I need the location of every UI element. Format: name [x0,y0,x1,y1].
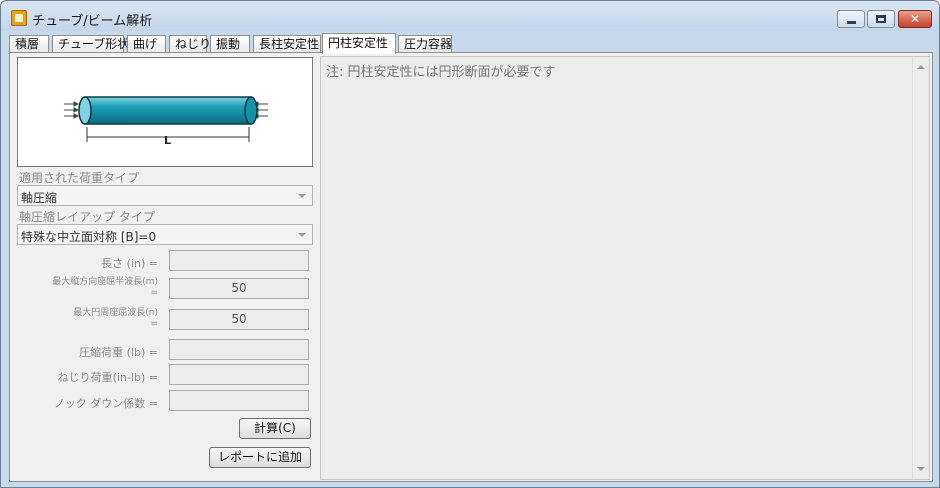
max-long-half-waves-label-line1: 最大縦方向座屈半波長(m) [52,277,158,287]
max-long-half-waves-label-line2: = [150,288,158,298]
scroll-down-icon[interactable] [917,467,925,471]
app-icon [11,10,27,26]
max-circ-waves-label-line1: 最大円周座屈波長(n) [73,308,158,318]
add-to-report-button[interactable]: レポートに追加 [209,447,311,468]
layup-type-select[interactable]: 特殊な中立面対称 [B]=0 [17,224,313,245]
window-title: チューブ/ビーム解析 [32,14,153,29]
load-arrows-left-icon [64,101,80,119]
note-text-area[interactable]: 注: 円柱安定性には円形断面が必要です [320,56,930,480]
scroll-up-icon[interactable] [917,65,925,69]
tab-bending[interactable]: 曲げ [127,35,166,53]
tab-tube-shape[interactable]: チューブ形状 [52,35,129,53]
tab-laminate[interactable]: 積層 [9,35,49,53]
cylinder-stability-panel: L 適用された荷重タイプ 軸圧縮 軸圧縮レイアップ タイプ 特殊な中立面対称 [… [9,52,933,482]
torsion-load-label: ねじり荷重(in-lb) = [57,371,158,384]
tab-column-stability[interactable]: 長柱安定性 [253,35,321,53]
maximize-button[interactable] [867,10,895,28]
load-type-value: 軸圧縮 [21,191,58,205]
knockdown-factor-input[interactable] [169,390,309,411]
tube-diagram: L [17,57,313,167]
cylinder-section-note: 注: 円柱安定性には円形断面が必要です [326,65,556,80]
tube-icon [78,96,258,125]
max-long-half-waves-input[interactable]: 50 [169,278,309,299]
vertical-scrollbar[interactable] [912,57,929,479]
load-type-label: 適用された荷重タイプ [19,171,140,185]
tab-cylinder-stability[interactable]: 円柱安定性 [322,33,396,54]
length-label: 長さ (in) = [101,257,158,270]
compressive-load-input[interactable] [169,339,309,360]
max-circ-waves-label: 最大円周座屈波長(n) = [73,308,158,330]
chevron-down-icon [298,194,306,198]
dimension-label: L [164,134,171,147]
torsion-load-input[interactable] [169,364,309,385]
chevron-down-icon [298,233,306,237]
minimize-button[interactable] [837,10,865,28]
knockdown-factor-label: ノック ダウン係数 = [54,397,158,410]
load-type-select[interactable]: 軸圧縮 [17,185,313,206]
max-circ-waves-input[interactable]: 50 [169,309,309,330]
app-window: チューブ/ビーム解析 ✕ 積層 チューブ形状 曲げ ねじり 振動 長柱安定性 円… [0,0,940,488]
tab-bar: 積層 チューブ形状 曲げ ねじり 振動 長柱安定性 円柱安定性 圧力容器 [9,33,933,54]
tab-torsion[interactable]: ねじり [169,35,211,53]
tube-diagram-svg: L [64,96,268,147]
length-input[interactable] [169,250,309,271]
max-long-half-waves-label: 最大縦方向座屈半波長(m) = [52,277,158,299]
title-bar[interactable]: チューブ/ビーム解析 ✕ [1,1,939,31]
close-button[interactable]: ✕ [898,10,932,28]
tab-pressure-vessel[interactable]: 圧力容器 [398,35,452,53]
tab-vibration[interactable]: 振動 [210,35,250,53]
close-icon: ✕ [909,12,921,26]
layup-type-value: 特殊な中立面対称 [B]=0 [21,230,157,244]
max-circ-waves-label-line2: = [150,319,158,329]
minimize-icon [846,20,856,24]
calculate-button[interactable]: 計算(C) [239,418,311,439]
maximize-icon [876,15,886,23]
layup-type-label: 軸圧縮レイアップ タイプ [19,210,155,224]
compressive-load-label: 圧縮荷重 (lb) = [79,346,158,359]
